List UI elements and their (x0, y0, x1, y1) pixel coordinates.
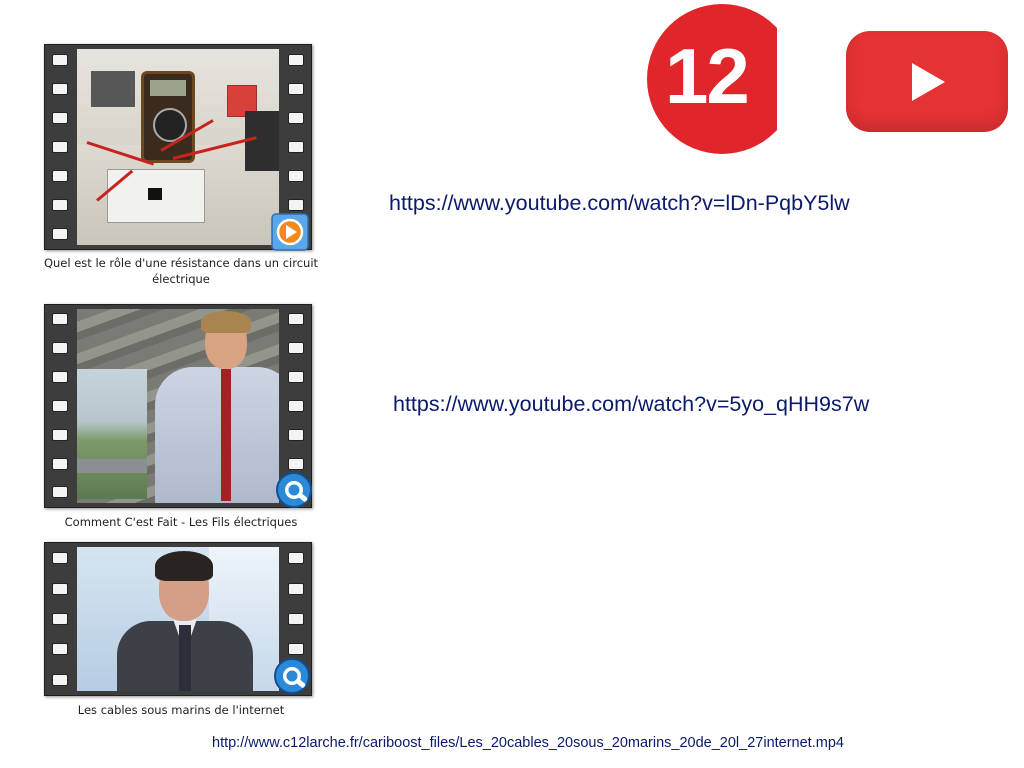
video-frame-presenter (77, 309, 279, 503)
caption-line: Quel est le rôle d'une résistance dans u… (43, 256, 319, 270)
video-card-wires[interactable]: Comment C'est Fait - Les Fils électrique… (40, 304, 322, 536)
filmstrip-holes (45, 45, 75, 249)
video-caption: Quel est le rôle d'une résistance dans u… (40, 255, 322, 287)
caption-line: électrique (152, 272, 210, 286)
filmstrip-holes (45, 543, 75, 695)
caption-line: Comment C'est Fait - Les Fils électrique… (64, 515, 298, 529)
youtube-play-icon[interactable] (846, 31, 1008, 132)
media-player-icon (271, 213, 309, 251)
caption-line: Les cables sous marins de l'internet (77, 703, 285, 717)
video-link-submarine-cables[interactable]: http://www.c12larche.fr/cariboost_files/… (212, 735, 844, 751)
video-card-resistance[interactable]: Quel est le rôle d'une résistance dans u… (40, 44, 322, 292)
channel-number: 12 (665, 32, 750, 120)
filmstrip-holes (45, 305, 75, 507)
filmstrip-thumbnail[interactable] (44, 304, 312, 508)
quicktime-icon (276, 472, 312, 508)
video-frame-news-anchor (77, 547, 279, 691)
video-card-submarine-cables[interactable]: Les cables sous marins de l'internet (40, 542, 322, 722)
video-caption: Comment C'est Fait - Les Fils électrique… (40, 514, 322, 530)
video-caption: Les cables sous marins de l'internet (40, 702, 322, 718)
video-link-resistance[interactable]: https://www.youtube.com/watch?v=lDn-PqbY… (389, 191, 850, 216)
quicktime-icon (274, 658, 310, 694)
video-frame-bench (77, 49, 279, 245)
play-triangle-icon (912, 63, 945, 101)
channel-12-logo: 12 (645, 0, 777, 158)
video-link-wires[interactable]: https://www.youtube.com/watch?v=5yo_qHH9… (393, 392, 869, 417)
